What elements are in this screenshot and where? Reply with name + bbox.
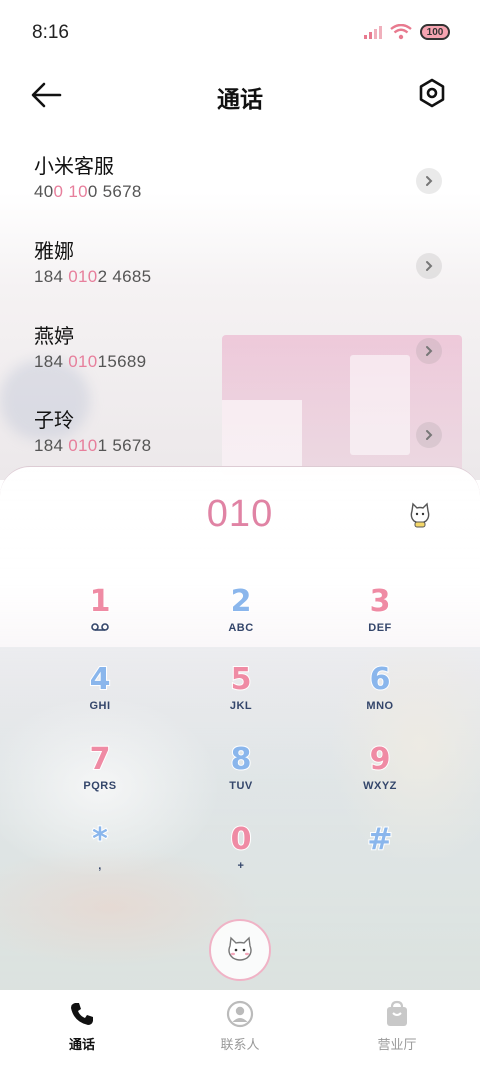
dial-key-letters: MNO bbox=[366, 700, 394, 712]
number-match-highlight: 10 bbox=[68, 182, 88, 201]
nav-tab-contacts[interactable]: 联系人 bbox=[190, 1000, 290, 1060]
number-segment: 184 bbox=[34, 267, 69, 286]
nav-label-service-hall: 营业厅 bbox=[377, 1038, 417, 1053]
dial-key-digit: # bbox=[366, 822, 393, 858]
dial-key-letters: PQRS bbox=[83, 780, 117, 792]
status-time: 8:16 bbox=[32, 22, 69, 43]
dial-key-letters: DEF bbox=[368, 622, 392, 634]
dial-key-digit: 0 bbox=[230, 822, 253, 858]
number-match-highlight: 0 bbox=[53, 182, 64, 201]
dial-key-digit: 6 bbox=[369, 662, 392, 698]
dial-key-star[interactable]: *, bbox=[40, 822, 160, 893]
kitten-sticker-icon bbox=[410, 502, 430, 528]
contact-name: 雅娜 bbox=[34, 239, 74, 263]
dial-key-letters: , bbox=[98, 860, 102, 872]
nav-tab-service-hall[interactable]: 营业厅 bbox=[347, 1000, 447, 1060]
number-segment: 184 bbox=[34, 352, 69, 371]
dial-key-digit: 5 bbox=[230, 662, 253, 698]
dial-key-digit: 8 bbox=[230, 742, 253, 778]
number-segment: 1 5678 bbox=[97, 436, 152, 455]
contact-row[interactable]: 雅娜 184 0102 4685 bbox=[0, 235, 480, 317]
status-bar: 8:16 100 bbox=[0, 0, 480, 66]
number-segment: 15689 bbox=[97, 352, 147, 371]
dial-pad-panel: 010 1 2 ABC 3 DEF 4 GHI 5 JKL 6 MNO 7 PQRS 8 TUV 9 WXYZ *… bbox=[0, 466, 480, 996]
dial-key-hash[interactable]: # bbox=[320, 822, 440, 893]
dial-key-7[interactable]: 7 PQRS bbox=[40, 742, 160, 813]
cellular-signal-icon bbox=[364, 26, 382, 39]
dial-key-letters: JKL bbox=[229, 700, 253, 712]
header: 通话 bbox=[0, 70, 480, 120]
number-match-highlight: 010 bbox=[68, 436, 98, 455]
contact-row[interactable]: 燕婷 184 01015689 bbox=[0, 320, 480, 402]
contact-detail-button[interactable] bbox=[416, 422, 442, 448]
back-button[interactable] bbox=[30, 80, 66, 110]
dial-key-0[interactable]: 0 + bbox=[181, 822, 301, 893]
dial-key-letters: GHI bbox=[89, 700, 111, 712]
battery-icon: 100 bbox=[420, 24, 450, 40]
kitten-call-icon bbox=[228, 936, 252, 961]
nav-tab-calls[interactable]: 通话 bbox=[32, 1000, 132, 1060]
dial-key-5[interactable]: 5 JKL bbox=[181, 662, 301, 733]
number-segment: 2 4685 bbox=[97, 267, 152, 286]
dial-key-6[interactable]: 6 MNO bbox=[320, 662, 440, 733]
chevron-right-icon bbox=[426, 261, 433, 271]
contact-number: 184 0102 4685 bbox=[34, 267, 151, 287]
dial-key-digit: 4 bbox=[89, 662, 112, 698]
chevron-right-icon bbox=[426, 430, 433, 440]
bottom-navigation: 通话 联系人 营业厅 bbox=[0, 990, 480, 1067]
dial-key-letters: ABC bbox=[228, 622, 254, 634]
dial-key-letters: + bbox=[237, 860, 245, 872]
nav-label-contacts: 联系人 bbox=[220, 1038, 260, 1053]
nav-label-calls: 通话 bbox=[68, 1038, 95, 1053]
contact-number: 184 0101 5678 bbox=[34, 436, 151, 456]
wifi-icon bbox=[390, 24, 412, 40]
number-match-highlight: 010 bbox=[68, 267, 98, 286]
dial-key-digit: 1 bbox=[89, 584, 112, 620]
dial-key-digit: 9 bbox=[369, 742, 392, 778]
number-segment: 40 bbox=[34, 182, 54, 201]
dial-key-1[interactable]: 1 bbox=[40, 584, 160, 655]
arrow-left-icon bbox=[31, 82, 62, 108]
dial-key-digit: 3 bbox=[369, 584, 392, 620]
call-button[interactable] bbox=[209, 919, 271, 981]
contact-detail-button[interactable] bbox=[416, 253, 442, 279]
number-segment: 184 bbox=[34, 436, 69, 455]
number-match-highlight: 010 bbox=[68, 352, 98, 371]
phone-icon bbox=[71, 1003, 93, 1025]
contact-detail-button[interactable] bbox=[416, 168, 442, 194]
dial-key-digit: 7 bbox=[89, 742, 112, 778]
contact-number: 184 01015689 bbox=[34, 352, 146, 372]
contact-number: 400 100 5678 bbox=[34, 182, 142, 202]
settings-button[interactable] bbox=[418, 78, 448, 110]
contact-name: 燕婷 bbox=[34, 324, 74, 348]
chevron-right-icon bbox=[426, 176, 433, 186]
dial-key-digit: 2 bbox=[230, 584, 253, 620]
shopping-bag-icon bbox=[387, 1000, 407, 1026]
page-title: 通话 bbox=[217, 87, 263, 113]
person-icon bbox=[226, 1000, 254, 1028]
dial-key-9[interactable]: 9 WXYZ bbox=[320, 742, 440, 813]
dial-key-8[interactable]: 8 TUV bbox=[181, 742, 301, 813]
dial-key-4[interactable]: 4 GHI bbox=[40, 662, 160, 733]
number-segment: 0 5678 bbox=[87, 182, 142, 201]
contact-row[interactable]: 小米客服 400 100 5678 bbox=[0, 150, 480, 232]
dial-key-digit: * bbox=[91, 822, 109, 858]
dial-key-letters: WXYZ bbox=[363, 780, 397, 792]
contact-detail-button[interactable] bbox=[416, 338, 442, 364]
dial-key-3[interactable]: 3 DEF bbox=[320, 584, 440, 655]
chevron-right-icon bbox=[426, 346, 433, 356]
dial-key-2[interactable]: 2 ABC bbox=[181, 584, 301, 655]
voicemail-icon bbox=[40, 622, 160, 635]
status-icons: 100 bbox=[364, 24, 450, 40]
contact-name: 子玲 bbox=[34, 408, 74, 432]
contact-name: 小米客服 bbox=[34, 154, 114, 178]
dial-key-letters: TUV bbox=[229, 780, 253, 792]
gear-icon bbox=[419, 78, 445, 108]
sticker-theme-button[interactable] bbox=[406, 501, 434, 529]
